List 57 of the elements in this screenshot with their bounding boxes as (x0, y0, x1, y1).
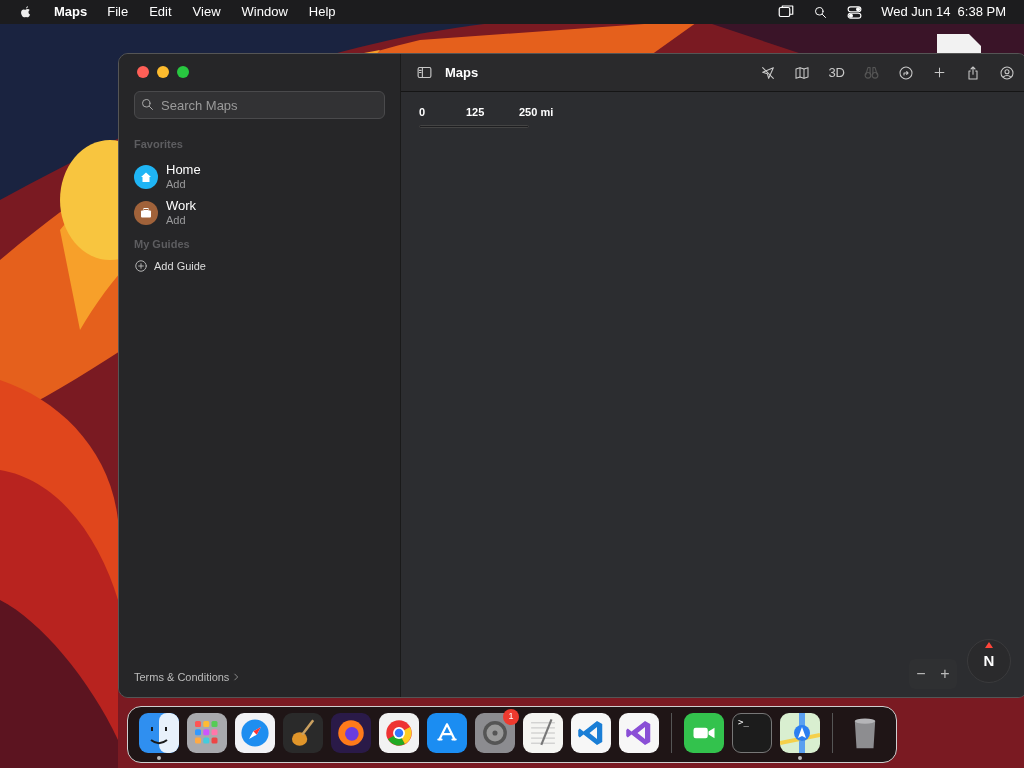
search-field[interactable]: Search Maps (134, 91, 385, 119)
app-menu[interactable]: Maps (54, 2, 88, 22)
safari-icon[interactable] (235, 713, 275, 753)
maps-icon[interactable] (780, 713, 820, 753)
firefox-icon[interactable] (331, 713, 371, 753)
terminal-icon[interactable]: >_ (732, 713, 772, 753)
vscode-icon[interactable] (571, 713, 611, 753)
apple-logo-icon[interactable] (18, 4, 33, 20)
favorite-name: Work (166, 198, 197, 213)
directions-icon[interactable] (898, 64, 914, 81)
menu-item[interactable]: File (107, 2, 129, 22)
zoom-out-button[interactable]: − (916, 662, 926, 686)
favorite-detail: Add (166, 212, 187, 227)
chrome-icon[interactable] (379, 713, 419, 753)
zoom-in-button[interactable]: + (940, 662, 950, 686)
scale-label: 250 mi (519, 105, 554, 120)
sidebar-toggle-icon[interactable] (416, 64, 433, 81)
settings-icon[interactable] (475, 713, 515, 753)
window-title: Maps (445, 63, 479, 82)
favorite-detail: Add (166, 176, 187, 191)
facetime-icon[interactable] (684, 713, 724, 753)
plus-icon[interactable] (932, 65, 947, 80)
control-center-icon[interactable] (846, 3, 864, 21)
appstore-icon[interactable] (427, 713, 467, 753)
3d-toggle[interactable]: 3D (828, 62, 845, 83)
launchpad-icon[interactable] (187, 713, 227, 753)
menu-item[interactable]: Help (308, 2, 336, 22)
vstudio-icon[interactable] (619, 713, 659, 753)
minimize-button[interactable] (157, 66, 169, 78)
search-icon (140, 97, 155, 112)
account-icon[interactable] (999, 64, 1015, 81)
compass-north-label: N (983, 650, 995, 671)
favorite-name: Home (166, 162, 201, 177)
finder-icon[interactable] (139, 713, 179, 753)
menu-item[interactable]: Window (241, 2, 288, 22)
favorite-item[interactable]: Home Add (134, 158, 385, 195)
location-off-icon[interactable] (760, 64, 777, 81)
map-icon[interactable] (794, 64, 811, 81)
terms-link[interactable]: Terms & Conditions (134, 668, 230, 685)
menu-item[interactable]: Edit (149, 2, 172, 22)
add-guide-link[interactable]: Add Guide (154, 258, 206, 275)
zoom-button[interactable] (177, 66, 189, 78)
textedit-icon[interactable] (523, 713, 563, 753)
garageband-icon[interactable] (283, 713, 323, 753)
scale-label: 125 (466, 105, 486, 120)
compass[interactable]: N (967, 639, 1011, 683)
menu-item[interactable]: View (192, 2, 221, 22)
section-header: Favorites (134, 137, 184, 152)
scale-label: 0 (419, 105, 427, 120)
favorite-item[interactable]: Work Add (134, 194, 385, 231)
add-circle-icon[interactable] (134, 259, 148, 274)
close-button[interactable] (137, 66, 149, 78)
notification-badge: 1 (503, 709, 519, 725)
section-header: My Guides (134, 236, 191, 252)
menu-bar-clock[interactable]: Wed Jun 14 6:38 PM (881, 2, 1006, 22)
share-icon[interactable] (965, 64, 981, 81)
search-icon[interactable] (813, 4, 829, 20)
